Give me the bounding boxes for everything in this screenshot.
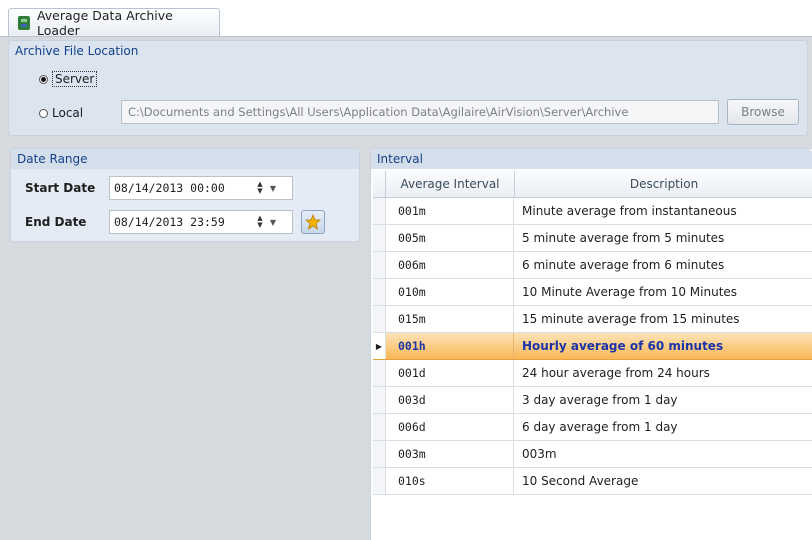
start-date-spinner-icon[interactable]: ▲ ▼ <box>254 181 266 195</box>
average-interval-cell[interactable]: 006d <box>386 414 514 440</box>
end-date-picker[interactable]: 08/14/2013 23:59 ▲ ▼ ▼ <box>109 210 293 234</box>
date-range-header: Date Range <box>11 149 359 169</box>
local-radio[interactable] <box>39 108 48 118</box>
interval-panel: Interval Average Interval Description 00… <box>370 148 812 540</box>
tab-average-data-archive-loader[interactable]: Average Data Archive Loader <box>8 7 220 38</box>
table-row[interactable]: 006m 6 minute average from 6 minutes <box>373 252 812 279</box>
tab-label: Average Data Archive Loader <box>36 7 173 38</box>
description-cell[interactable]: 3 day average from 1 day <box>514 387 812 413</box>
row-selector[interactable] <box>373 387 386 413</box>
row-selector[interactable] <box>373 225 386 251</box>
browse-button[interactable]: Browse <box>727 99 799 125</box>
row-selector[interactable] <box>373 468 386 494</box>
description-cell[interactable]: 24 hour average from 24 hours <box>514 360 812 386</box>
description-cell[interactable]: 10 Second Average <box>514 468 812 494</box>
description-cell[interactable]: Hourly average of 60 minutes <box>514 333 812 359</box>
table-row[interactable]: 010m 10 Minute Average from 10 Minutes <box>373 279 812 306</box>
table-row[interactable]: 001d 24 hour average from 24 hours <box>373 360 812 387</box>
server-radio[interactable] <box>39 74 48 84</box>
start-date-dropdown-icon[interactable]: ▼ <box>266 184 280 193</box>
average-interval-cell[interactable]: 010m <box>386 279 514 305</box>
tab-divider <box>0 36 812 37</box>
end-date-value[interactable]: 08/14/2013 23:59 <box>110 215 254 229</box>
end-date-spinner-icon[interactable]: ▲ ▼ <box>254 215 266 229</box>
date-range-panel: Date Range Start Date 08/14/2013 00:00 ▲… <box>10 148 360 242</box>
table-row[interactable]: 015m 15 minute average from 15 minutes <box>373 306 812 333</box>
table-row[interactable]: 010s 10 Second Average <box>373 468 812 495</box>
local-radio-option[interactable]: Local <box>39 106 83 120</box>
row-selector[interactable] <box>373 306 386 332</box>
favorites-button[interactable] <box>301 210 325 234</box>
description-cell[interactable]: 003m <box>514 441 812 467</box>
average-interval-cell[interactable]: 005m <box>386 225 514 251</box>
archive-location-header: Archive File Location <box>15 44 139 58</box>
average-interval-cell[interactable]: 010s <box>386 468 514 494</box>
row-selector[interactable] <box>373 441 386 467</box>
average-interval-cell[interactable]: 001m <box>386 198 514 224</box>
end-date-dropdown-icon[interactable]: ▼ <box>266 218 280 227</box>
row-selector[interactable] <box>373 360 386 386</box>
average-interval-cell[interactable]: 001h <box>386 333 514 359</box>
interval-header: Interval <box>371 149 812 169</box>
start-date-row: Start Date 08/14/2013 00:00 ▲ ▼ ▼ <box>11 175 361 201</box>
row-selector[interactable] <box>373 252 386 278</box>
average-interval-cell[interactable]: 003d <box>386 387 514 413</box>
row-selector-header <box>373 171 386 197</box>
table-row[interactable]: 003m 003m <box>373 441 812 468</box>
column-header-average-interval[interactable]: Average Interval <box>386 171 515 197</box>
description-cell[interactable]: 5 minute average from 5 minutes <box>514 225 812 251</box>
interval-grid: Average Interval Description 001m Minute … <box>373 171 812 495</box>
row-pointer-icon[interactable]: ▶ <box>373 333 386 359</box>
column-header-description[interactable]: Description <box>515 171 812 197</box>
archive-location-panel: Archive File Location Server Local C:\Do… <box>8 40 808 136</box>
server-label: Server <box>52 71 98 87</box>
table-row[interactable]: ▶ 001h Hourly average of 60 minutes <box>373 333 812 360</box>
description-cell[interactable]: 15 minute average from 15 minutes <box>514 306 812 332</box>
average-interval-cell[interactable]: 015m <box>386 306 514 332</box>
table-row[interactable]: 003d 3 day average from 1 day <box>373 387 812 414</box>
start-date-picker[interactable]: 08/14/2013 00:00 ▲ ▼ ▼ <box>109 176 293 200</box>
tab-strip: Average Data Archive Loader <box>0 0 812 38</box>
app-icon <box>17 15 30 30</box>
start-date-value[interactable]: 08/14/2013 00:00 <box>110 181 254 195</box>
average-interval-cell[interactable]: 003m <box>386 441 514 467</box>
favorite-star-icon <box>305 214 321 230</box>
archive-path-field[interactable]: C:\Documents and Settings\All Users\Appl… <box>121 100 719 124</box>
average-interval-cell[interactable]: 001d <box>386 360 514 386</box>
local-label: Local <box>52 106 84 120</box>
description-cell[interactable]: 6 minute average from 6 minutes <box>514 252 812 278</box>
end-date-label: End Date <box>25 215 87 229</box>
table-row[interactable]: 001m Minute average from instantaneous <box>373 198 812 225</box>
server-radio-option[interactable]: Server <box>39 71 98 87</box>
row-selector[interactable] <box>373 414 386 440</box>
description-cell[interactable]: 10 Minute Average from 10 Minutes <box>514 279 812 305</box>
row-selector[interactable] <box>373 198 386 224</box>
end-date-row: End Date 08/14/2013 23:59 ▲ ▼ ▼ <box>11 209 361 235</box>
description-cell[interactable]: 6 day average from 1 day <box>514 414 812 440</box>
table-row[interactable]: 005m 5 minute average from 5 minutes <box>373 225 812 252</box>
description-cell[interactable]: Minute average from instantaneous <box>514 198 812 224</box>
row-selector[interactable] <box>373 279 386 305</box>
grid-header-row: Average Interval Description <box>373 171 812 198</box>
table-row[interactable]: 006d 6 day average from 1 day <box>373 414 812 441</box>
average-interval-cell[interactable]: 006m <box>386 252 514 278</box>
start-date-label: Start Date <box>25 181 96 195</box>
